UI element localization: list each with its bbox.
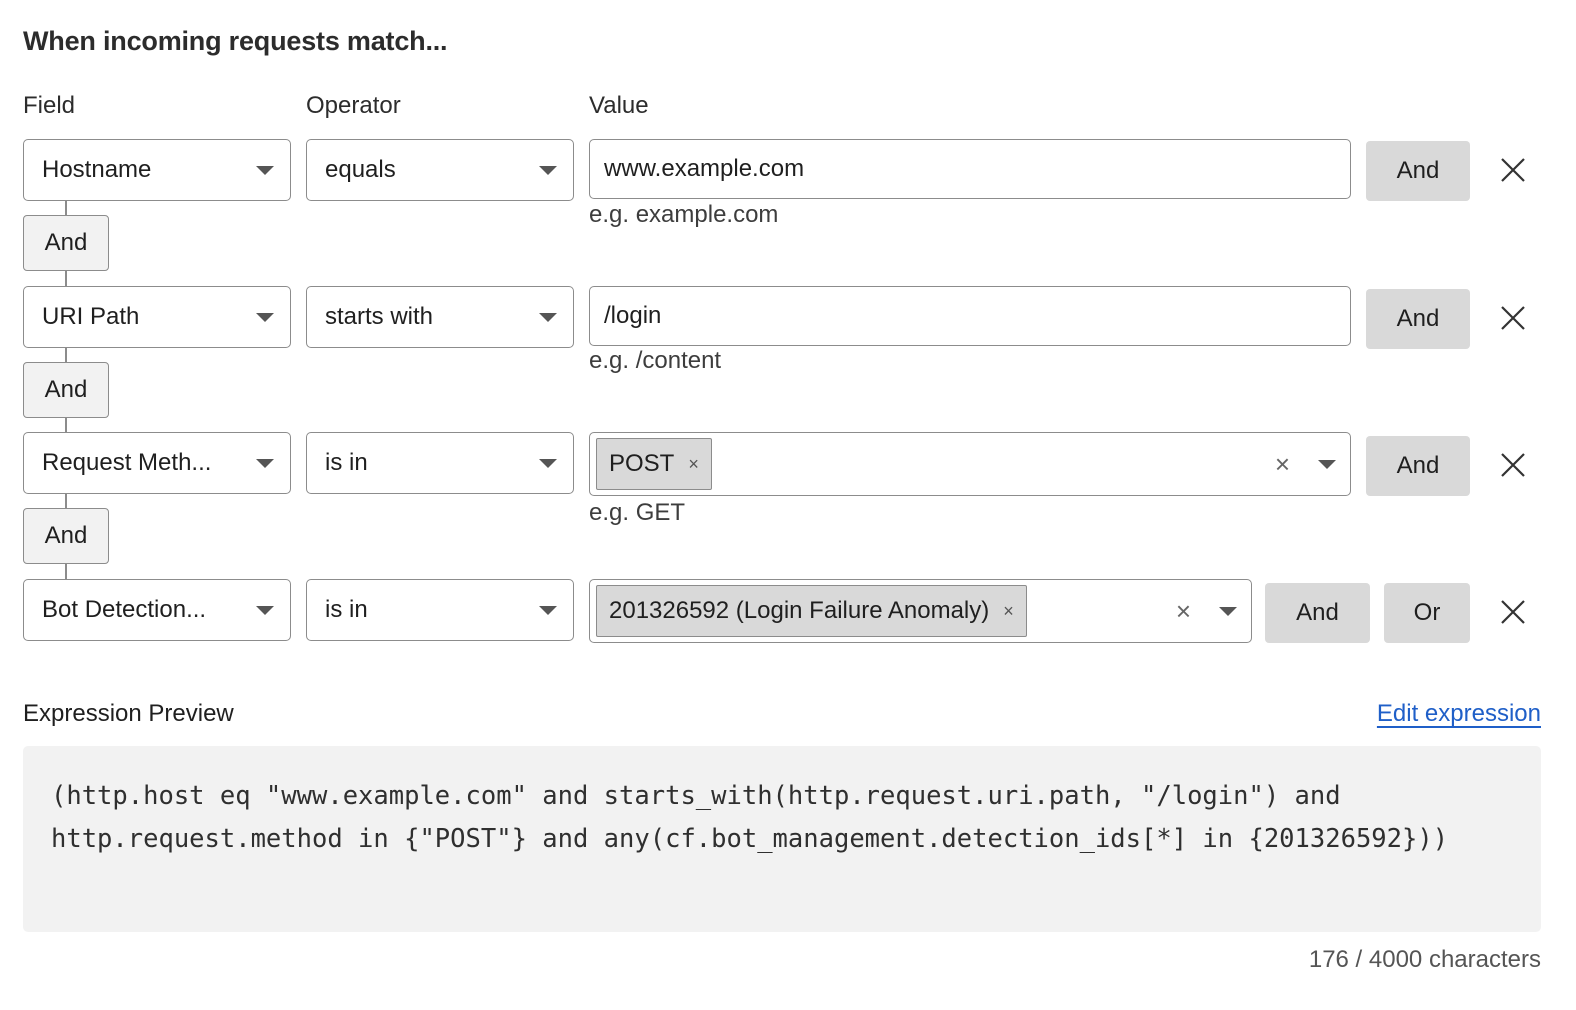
close-icon[interactable] [1498,155,1528,185]
expression-preview-label: Expression Preview [23,700,234,727]
close-icon[interactable] [1498,450,1528,480]
operator-select-equals[interactable]: equals [306,139,574,201]
operator-column-label: Operator [306,92,401,119]
connector-line [65,270,67,287]
close-icon[interactable] [1498,303,1528,333]
field-select-value: Hostname [42,156,152,183]
value-hint: e.g. /content [589,347,722,374]
section-heading: When incoming requests match... [23,26,448,56]
row-connector-and-button[interactable]: And [23,508,109,564]
value-multiselect-detection-ids[interactable]: 201326592 (Login Failure Anomaly) × × [589,579,1252,643]
operator-select-value: is in [325,449,368,476]
small-x-icon[interactable]: × [1003,601,1014,622]
value-chip: POST × [596,438,712,490]
operator-select-is-in[interactable]: is in [306,579,574,641]
field-column-label: Field [23,92,76,119]
connector-line [65,493,67,509]
chevron-down-icon [539,606,557,615]
add-and-button[interactable]: And [1366,436,1470,496]
value-chip: 201326592 (Login Failure Anomaly) × [596,585,1027,637]
chevron-down-icon[interactable] [1219,607,1237,616]
chevron-down-icon [256,166,274,175]
value-input-uri-path[interactable]: /login [589,286,1351,346]
row-connector-and-button[interactable]: And [23,215,109,271]
value-column-label: Value [589,92,649,119]
chip-label: 201326592 (Login Failure Anomaly) [609,597,990,624]
connector-line [65,564,67,580]
value-hint: e.g. example.com [589,201,779,228]
chevron-down-icon[interactable] [1318,460,1336,469]
clear-icon[interactable]: × [1275,450,1290,478]
small-x-icon[interactable]: × [688,454,699,475]
field-select-value: Bot Detection... [42,596,207,623]
character-counter: 176 / 4000 characters [1308,946,1541,973]
chevron-down-icon [256,459,274,468]
chevron-down-icon [539,313,557,322]
clear-icon[interactable]: × [1176,597,1191,625]
add-and-button[interactable]: And [1366,289,1470,349]
connector-line [65,200,67,216]
chevron-down-icon [539,459,557,468]
connector-line [65,417,67,433]
field-select-bot-detection[interactable]: Bot Detection... [23,579,291,641]
chevron-down-icon [256,313,274,322]
operator-select-value: equals [325,156,396,183]
close-icon[interactable] [1498,597,1528,627]
add-and-button[interactable]: And [1366,141,1470,201]
field-select-uri-path[interactable]: URI Path [23,286,291,348]
chevron-down-icon [539,166,557,175]
chip-label: POST [609,450,675,477]
field-select-value: URI Path [42,303,140,330]
field-select-request-method[interactable]: Request Meth... [23,432,291,494]
add-or-button[interactable]: Or [1384,583,1470,643]
expression-preview-code: (http.host eq "www.example.com" and star… [23,746,1541,932]
field-select-hostname[interactable]: Hostname [23,139,291,201]
value-multiselect-method[interactable]: POST × × [589,432,1351,496]
row-connector-and-button[interactable]: And [23,362,109,418]
chevron-down-icon [256,606,274,615]
field-select-value: Request Meth... [42,449,212,476]
operator-select-value: starts with [325,303,434,330]
operator-select-value: is in [325,596,368,623]
value-input-text: /login [604,302,662,329]
value-input-text: www.example.com [604,155,805,182]
edit-expression-link[interactable]: Edit expression [1377,700,1541,728]
value-hint: e.g. GET [589,499,686,526]
operator-select-starts-with[interactable]: starts with [306,286,574,348]
value-input-hostname[interactable]: www.example.com [589,139,1351,199]
connector-line [65,347,67,363]
operator-select-is-in[interactable]: is in [306,432,574,494]
add-and-button[interactable]: And [1265,583,1370,643]
